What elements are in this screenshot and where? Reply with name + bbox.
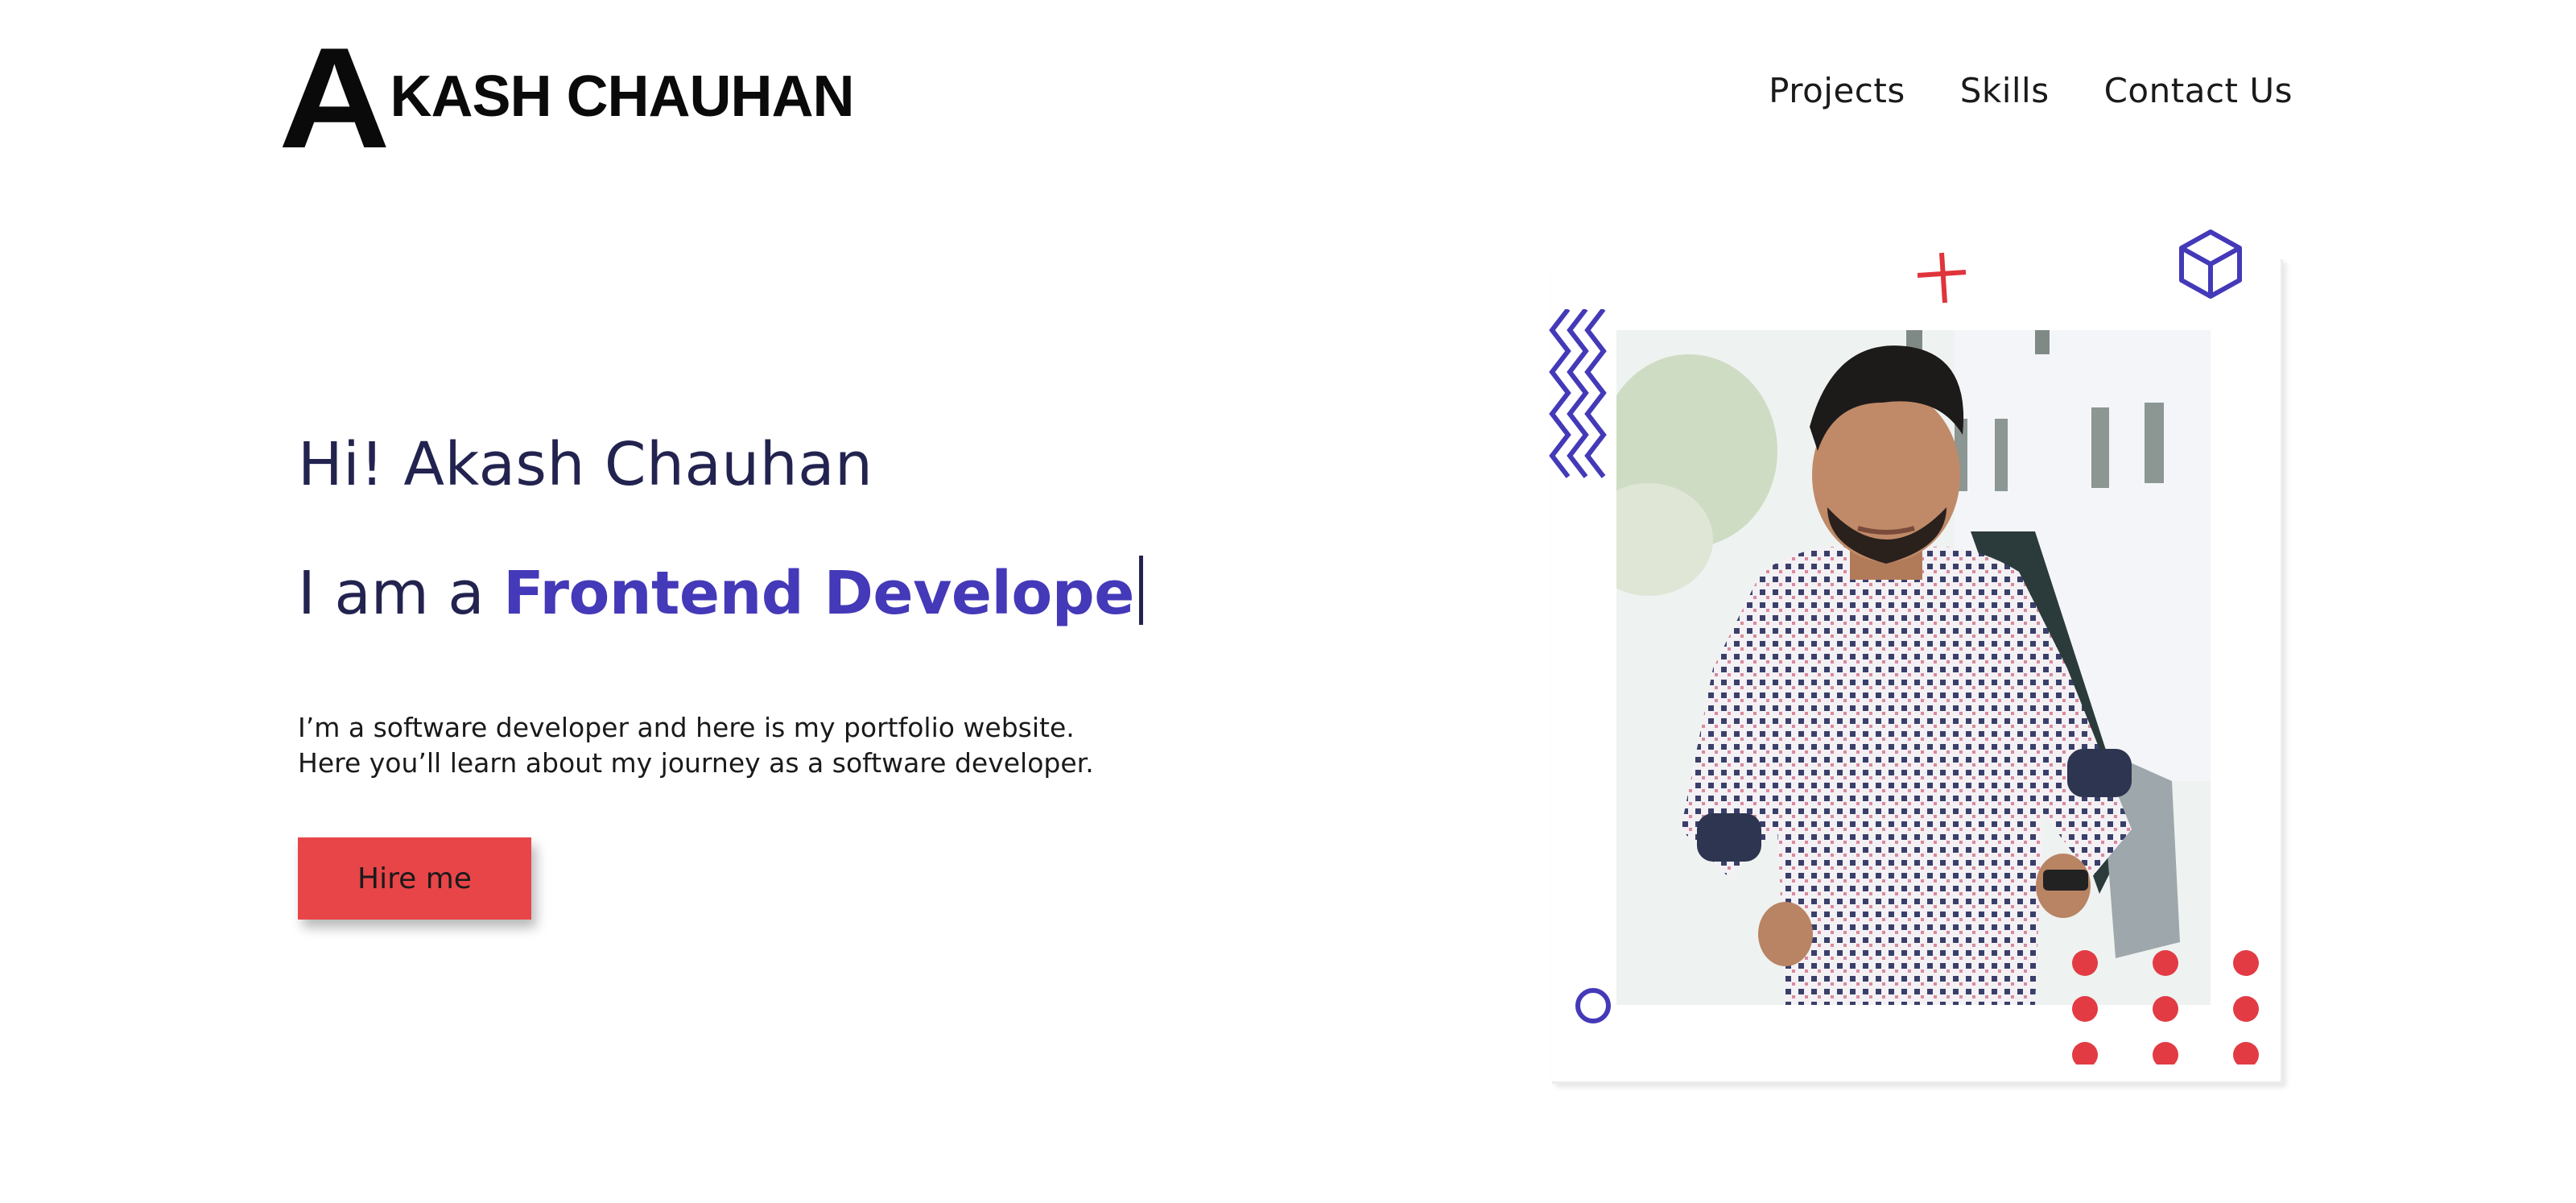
hero-greeting: Hi! Akash Chauhan [298, 430, 873, 499]
site-logo[interactable]: A KASH CHAUHAN [279, 18, 855, 178]
logo-initial: A [279, 18, 390, 178]
profile-photo [1616, 330, 2211, 1005]
hero-section: Hi! Akash Chauhan I am a Frontend Develo… [298, 427, 1143, 920]
hero-role-line: I am a Frontend Develope [298, 556, 1143, 631]
nav-projects-link[interactable]: Projects [1769, 71, 1905, 110]
logo-name: KASH CHAUHAN [390, 64, 855, 129]
portfolio-page: A KASH CHAUHAN Projects Skills Contact U… [0, 0, 2576, 1203]
zigzag-icon [1549, 309, 1607, 478]
typed-role: Frontend Develope [503, 559, 1134, 628]
circle-icon [1575, 988, 1611, 1023]
hero-description: I’m a software developer and here is my … [298, 710, 1143, 781]
hire-me-button[interactable]: Hire me [298, 837, 531, 920]
dots-grid-icon [2072, 950, 2259, 1065]
description-line-2: Here you’ll learn about my journey as a … [298, 747, 1094, 779]
description-line-1: I’m a software developer and here is my … [298, 712, 1075, 743]
role-prefix: I am a [298, 559, 504, 628]
profile-photo-illustration [1616, 330, 2211, 1005]
typing-cursor [1138, 556, 1143, 625]
plus-icon [1917, 252, 1967, 304]
nav-skills-link[interactable]: Skills [1960, 71, 2050, 110]
cube-icon [2179, 229, 2242, 299]
main-nav: Projects Skills Contact Us [1769, 71, 2293, 110]
nav-contact-link[interactable]: Contact Us [2104, 71, 2293, 110]
